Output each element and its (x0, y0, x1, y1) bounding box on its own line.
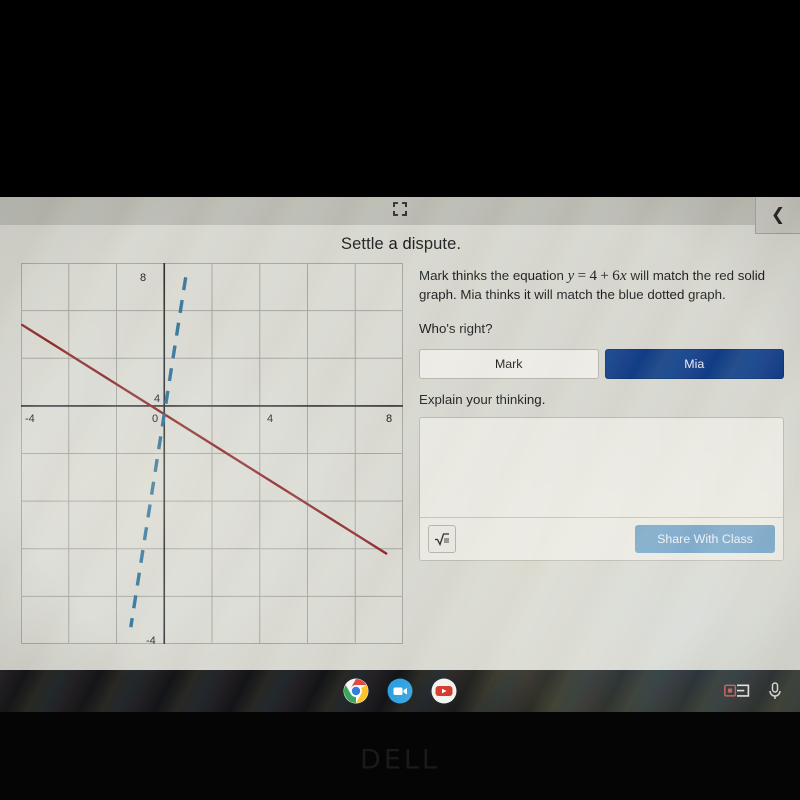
chromeos-shelf (0, 670, 800, 712)
svg-text:8: 8 (386, 413, 392, 425)
fullscreen-expand-icon[interactable] (393, 202, 407, 216)
equation-var: x (620, 268, 627, 284)
page-title: Settle a dispute. (341, 235, 462, 253)
choice-mia-button[interactable]: Mia (604, 349, 784, 380)
zoom-icon[interactable] (387, 678, 413, 704)
graph-svg: 8 4 -4 0 4 8 -4 (21, 263, 403, 644)
prompt-text-part1: Mark thinks the equation (419, 268, 568, 283)
share-with-class-button[interactable]: Share With Class (635, 525, 775, 554)
equation-plus: + (600, 268, 610, 284)
laptop-screen: ❮ Settle a dispute. 8 4 -4 0 4 8 -4 Mark… (0, 197, 800, 712)
svg-text:-4: -4 (146, 635, 156, 644)
inline-equation: y = 4 + 6x (568, 268, 627, 284)
choice-mia-label: Mia (684, 357, 705, 372)
photo-top-letterbox (0, 0, 800, 197)
screen-capture-icon[interactable] (724, 678, 750, 704)
choice-group: Mark Mia (419, 349, 784, 380)
equation-const: 4 (589, 268, 598, 284)
answer-card: Share With Class (419, 417, 784, 562)
coordinate-graph: 8 4 -4 0 4 8 -4 (21, 263, 403, 644)
svg-text:8: 8 (140, 272, 146, 284)
answer-input[interactable] (420, 418, 783, 519)
equation-equals: = (577, 268, 587, 284)
svg-text:4: 4 (154, 393, 160, 405)
answer-toolbar: Share With Class (420, 518, 783, 560)
photo-of-laptop-screen: ❮ Settle a dispute. 8 4 -4 0 4 8 -4 Mark… (0, 0, 800, 800)
question-text: Who's right? (419, 321, 493, 337)
prompt-text: Mark thinks the equation y = 4 + 6x will… (419, 267, 784, 304)
svg-text:0: 0 (152, 413, 158, 425)
choice-mark-button[interactable]: Mark (419, 349, 599, 380)
choice-mark-label: Mark (494, 357, 523, 372)
microphone-icon[interactable] (762, 678, 788, 704)
explain-label: Explain your thinking. (419, 392, 546, 408)
shelf-status-area[interactable] (724, 678, 788, 704)
equation-lhs: y (567, 268, 575, 284)
dell-logo: DELL (360, 744, 440, 776)
activity-content: Settle a dispute. 8 4 -4 0 4 8 -4 Mark t… (0, 225, 800, 670)
back-button[interactable]: ❮ (755, 197, 800, 234)
chrome-icon[interactable] (343, 678, 369, 704)
equation-coef: 6 (612, 268, 620, 284)
question-panel: Mark thinks the equation y = 4 + 6x will… (419, 267, 784, 562)
svg-text:-4: -4 (25, 413, 35, 425)
share-with-class-label: Share With Class (657, 532, 753, 547)
chevron-left-icon: ❮ (770, 204, 786, 225)
youtube-icon[interactable] (431, 678, 457, 704)
svg-text:4: 4 (267, 413, 273, 425)
shelf-app-icons (343, 678, 457, 704)
square-root-icon[interactable] (428, 525, 456, 554)
